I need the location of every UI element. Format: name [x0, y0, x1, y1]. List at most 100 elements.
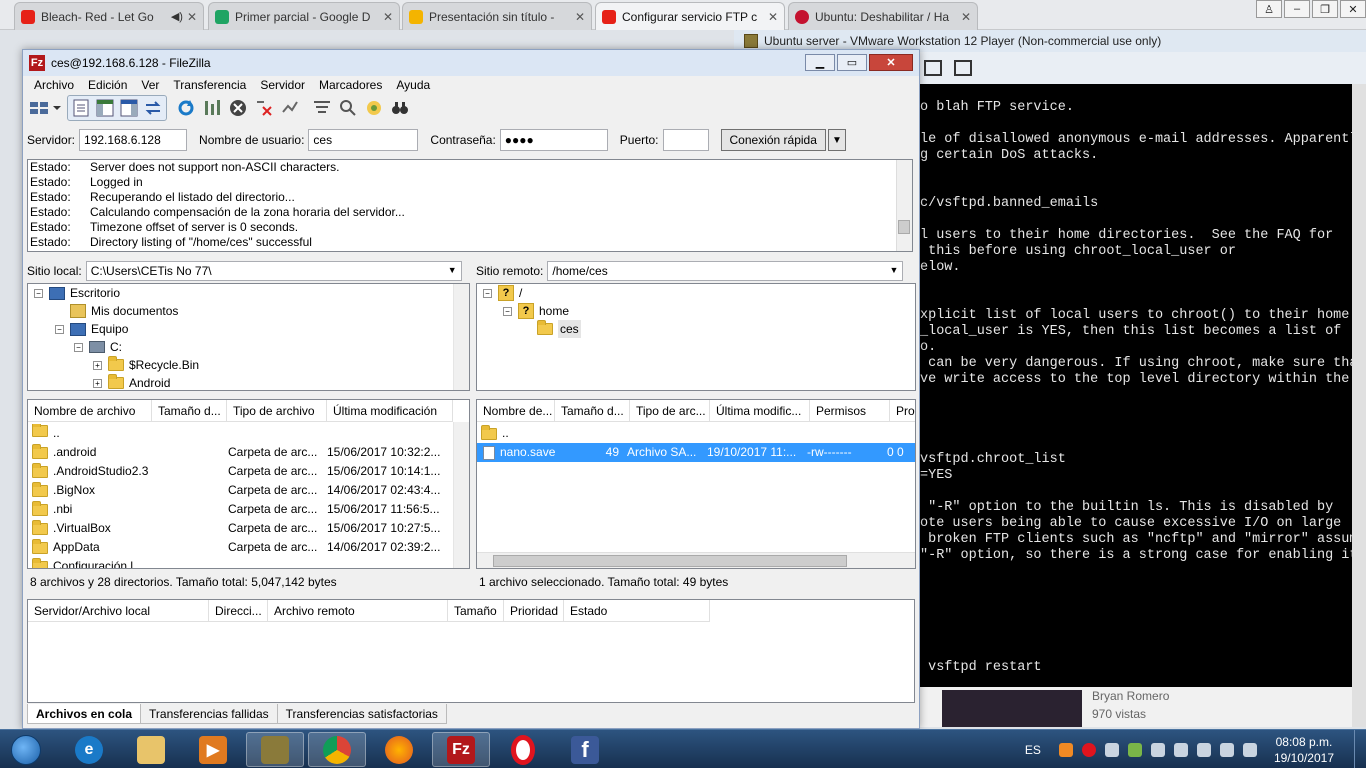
- tree-item-c-drive[interactable]: − C:: [28, 338, 469, 356]
- tree-item-mis-documentos[interactable]: Mis documentos: [28, 302, 469, 320]
- network-icon[interactable]: [1104, 742, 1119, 757]
- file-row[interactable]: .android Carpeta de arc... 15/06/2017 10:3…: [28, 443, 443, 462]
- local-path-select[interactable]: C:\Users\CETis No 77\ ▼: [85, 261, 462, 281]
- fullscreen-icon[interactable]: [924, 60, 942, 76]
- refresh-icon[interactable]: [175, 97, 197, 119]
- close-icon[interactable]: ✕: [383, 10, 393, 24]
- disconnect-icon[interactable]: [253, 97, 275, 119]
- local-tree-scrollbar[interactable]: [453, 284, 469, 390]
- password-input[interactable]: [499, 129, 608, 151]
- binoculars-icon[interactable]: [389, 97, 411, 119]
- remote-path-select[interactable]: /home/ces ▼: [547, 261, 904, 281]
- minimize-icon[interactable]: –: [1284, 0, 1310, 18]
- menu-ayuda[interactable]: Ayuda: [389, 76, 437, 94]
- column-header-modified[interactable]: Última modificación: [327, 400, 453, 422]
- remote-horizontal-scrollbar[interactable]: [477, 552, 915, 568]
- security-icon[interactable]: [1127, 742, 1142, 757]
- taskbar-facebook[interactable]: f: [556, 732, 614, 767]
- user-icon[interactable]: ♙: [1256, 0, 1282, 18]
- column-header-type[interactable]: Tipo de archivo: [227, 400, 327, 422]
- collapse-icon[interactable]: −: [74, 342, 83, 352]
- tree-item-ces[interactable]: ces: [477, 320, 915, 338]
- unity-icon[interactable]: [954, 60, 972, 76]
- file-row[interactable]: .AndroidStudio2.3 Carpeta de arc... 15/06/…: [28, 462, 443, 481]
- video-suggestion[interactable]: Bryan Romero 970 vistas: [920, 687, 1366, 727]
- video-thumbnail[interactable]: [942, 690, 1082, 727]
- server-input[interactable]: [79, 129, 188, 151]
- collapse-icon[interactable]: −: [55, 324, 64, 334]
- collapse-icon[interactable]: −: [483, 288, 492, 298]
- local-file-list[interactable]: Nombre de archivo Tamaño d... Tipo de ar…: [27, 399, 470, 569]
- file-row[interactable]: AppData Carpeta de arc... 14/06/2017 02:39…: [28, 538, 443, 557]
- tab-failed-transfers[interactable]: Transferencias fallidas: [140, 704, 278, 724]
- browser-tab-1[interactable]: Bleach- Red - Let Go ◀) ✕: [14, 2, 204, 30]
- close-icon[interactable]: ✕: [187, 10, 197, 24]
- expand-icon[interactable]: +: [93, 360, 102, 370]
- column-header-name[interactable]: Nombre de...: [477, 400, 555, 422]
- show-desktop-button[interactable]: [1354, 730, 1366, 768]
- file-row[interactable]: .nbi Carpeta de arc... 15/06/2017 11:56:5.…: [28, 500, 443, 519]
- search-icon[interactable]: [337, 97, 359, 119]
- tree-item-equipo[interactable]: − Equipo: [28, 320, 469, 338]
- start-button[interactable]: [4, 731, 48, 768]
- site-manager-icon[interactable]: [27, 97, 63, 119]
- port-input[interactable]: [662, 129, 709, 151]
- remote-tree[interactable]: −? / −? home ces: [476, 283, 916, 391]
- collapse-icon[interactable]: −: [503, 306, 512, 316]
- scrollbar-thumb[interactable]: [898, 220, 910, 234]
- collapse-icon[interactable]: −: [34, 288, 43, 298]
- file-row[interactable]: ..: [477, 424, 915, 443]
- chevron-down-icon[interactable]: ▼: [448, 265, 457, 275]
- transfer-queue-toggle-icon[interactable]: [142, 97, 164, 119]
- column-header-type[interactable]: Tipo de arc...: [630, 400, 710, 422]
- scrollbar-thumb[interactable]: [493, 555, 847, 567]
- taskbar-vmware[interactable]: [246, 732, 304, 767]
- clock[interactable]: 08:08 p.m. 19/10/2017: [1274, 734, 1334, 766]
- file-row[interactable]: .VirtualBox Carpeta de arc... 15/06/2017 1…: [28, 519, 443, 538]
- local-tree[interactable]: − Escritorio Mis documentos − Equipo − C: +…: [27, 283, 470, 391]
- column-header-remote-file[interactable]: Archivo remoto: [268, 600, 448, 622]
- file-row[interactable]: Configuración l...: [28, 557, 228, 568]
- column-header-owner[interactable]: Pro: [890, 400, 915, 422]
- username-input[interactable]: [308, 129, 419, 151]
- column-header-permissions[interactable]: Permisos: [810, 400, 890, 422]
- taskbar-chrome[interactable]: [308, 732, 366, 767]
- tree-item-root[interactable]: −? /: [477, 284, 915, 302]
- tree-item-escritorio[interactable]: − Escritorio: [28, 284, 469, 302]
- column-header-priority[interactable]: Prioridad: [504, 600, 564, 622]
- opera-icon[interactable]: [1081, 742, 1096, 757]
- menu-servidor[interactable]: Servidor: [253, 76, 312, 94]
- menu-transferencia[interactable]: Transferencia: [166, 76, 253, 94]
- column-header-local-file[interactable]: Servidor/Archivo local: [28, 600, 209, 622]
- column-header-size[interactable]: Tamaño: [448, 600, 504, 622]
- message-log-toggle-icon[interactable]: [70, 97, 92, 119]
- language-indicator[interactable]: ES: [1025, 743, 1041, 757]
- sync-browse-icon[interactable]: [363, 97, 385, 119]
- menu-archivo[interactable]: Archivo: [27, 76, 81, 94]
- message-log[interactable]: Estado: Server does not support non-ASCII…: [27, 159, 913, 252]
- browser-tab-5[interactable]: Ubuntu: Deshabilitar / Ha ✕: [788, 2, 978, 30]
- directory-listing-filter-icon[interactable]: [311, 97, 333, 119]
- taskbar-filezilla[interactable]: Fz: [432, 732, 490, 767]
- column-header-size[interactable]: Tamaño d...: [152, 400, 227, 422]
- tab-queued-files[interactable]: Archivos en cola: [27, 704, 142, 724]
- tree-item-android[interactable]: + Android: [28, 374, 469, 390]
- display-icon[interactable]: [1196, 742, 1211, 757]
- signal-icon[interactable]: [1242, 742, 1257, 757]
- menu-ver[interactable]: Ver: [134, 76, 166, 94]
- column-header-direction[interactable]: Direcci...: [209, 600, 268, 622]
- log-scrollbar[interactable]: [896, 160, 912, 251]
- chevron-down-icon[interactable]: ▼: [827, 129, 846, 151]
- column-header-size[interactable]: Tamaño d...: [555, 400, 630, 422]
- taskbar-media-player[interactable]: ▶: [184, 732, 242, 767]
- browser-tab-4[interactable]: Configurar servicio FTP c ✕: [595, 2, 785, 30]
- avast-icon[interactable]: [1058, 742, 1073, 757]
- remote-tree-toggle-icon[interactable]: [118, 97, 140, 119]
- reconnect-icon[interactable]: [279, 97, 301, 119]
- column-header-name[interactable]: Nombre de archivo: [28, 400, 152, 422]
- file-row[interactable]: .BigNox Carpeta de arc... 14/06/2017 02:43…: [28, 481, 443, 500]
- minimize-icon[interactable]: ▁: [805, 54, 835, 71]
- volume-icon[interactable]: [1219, 742, 1234, 757]
- column-header-status[interactable]: Estado: [564, 600, 710, 622]
- close-icon[interactable]: ✕: [575, 10, 585, 24]
